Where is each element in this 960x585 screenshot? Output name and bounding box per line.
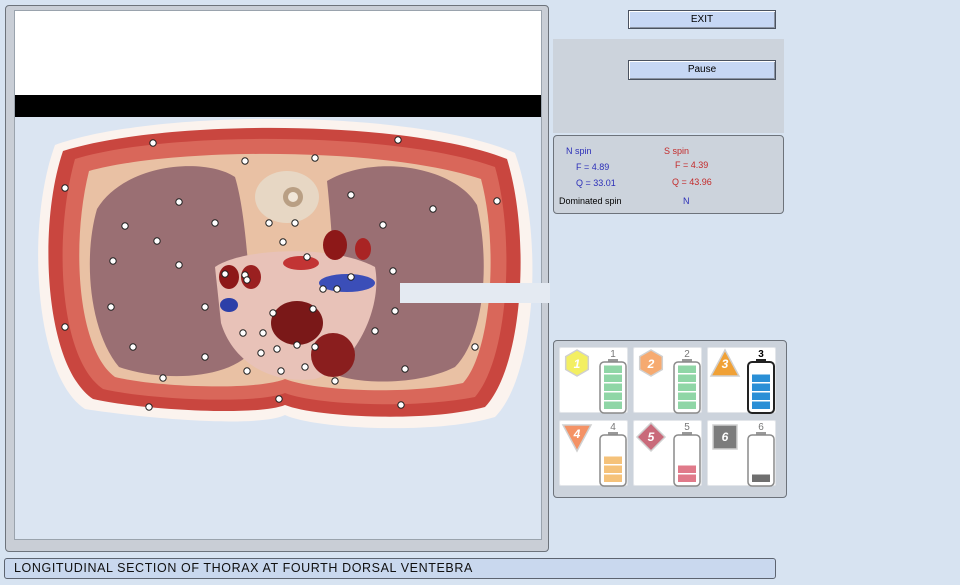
level-cell-4[interactable]: 44 — [559, 420, 628, 487]
level-badge-number: 4 — [573, 427, 581, 441]
s-spin-title: S spin — [664, 146, 690, 156]
level-cell-3[interactable]: 33 — [707, 347, 776, 414]
battery-segment — [604, 383, 622, 391]
level-badge-number: 5 — [648, 430, 655, 444]
battery-segment — [678, 383, 696, 391]
level-3-graphic: 33 — [709, 348, 775, 414]
battery-segment — [604, 392, 622, 400]
battery-number-label: 1 — [610, 349, 616, 360]
probe-overlay-bar — [400, 283, 550, 303]
level-badge-number: 2 — [647, 357, 655, 371]
battery-segment — [604, 456, 622, 464]
battery-segment — [752, 392, 770, 400]
level-badge-number: 6 — [722, 430, 729, 444]
n-spin-q-value: Q = 33.01 — [576, 178, 616, 188]
level-5-graphic: 55 — [635, 421, 701, 487]
pause-button[interactable]: Pause — [628, 60, 776, 80]
image-header-white — [15, 11, 541, 95]
level-cell-1[interactable]: 11 — [559, 347, 628, 414]
battery-segment — [752, 383, 770, 391]
battery-number-label: 3 — [758, 349, 764, 360]
battery-number-label: 5 — [684, 422, 690, 433]
level-panel: 112233445566 — [553, 340, 787, 498]
battery-segment — [752, 374, 770, 382]
n-spin-f-value: F = 4.89 — [576, 162, 610, 172]
battery-number-label: 4 — [610, 422, 616, 433]
battery-segment — [752, 474, 770, 482]
control-area — [553, 39, 784, 133]
level-6-graphic: 66 — [712, 422, 775, 487]
image-viewer-frame — [5, 5, 549, 552]
battery-segment — [678, 474, 696, 482]
battery-segment — [678, 374, 696, 382]
s-spin-f-value: F = 4.39 — [675, 160, 709, 170]
level-cell-5[interactable]: 55 — [633, 420, 702, 487]
level-1-graphic: 11 — [564, 349, 627, 414]
dominated-spin-label: Dominated spin — [559, 196, 622, 206]
thorax-cross-section-image[interactable] — [15, 117, 542, 540]
dominated-spin-value: N — [683, 196, 690, 206]
battery-segment — [604, 374, 622, 382]
battery-segment — [678, 401, 696, 409]
battery-segment — [678, 365, 696, 373]
battery-segment — [678, 465, 696, 473]
image-viewport — [14, 10, 542, 540]
level-2-graphic: 22 — [638, 349, 701, 414]
battery-number-label: 6 — [758, 422, 764, 433]
battery-segment — [752, 401, 770, 409]
n-spin-title: N spin — [566, 146, 592, 156]
battery-segment — [604, 474, 622, 482]
level-cell-6[interactable]: 66 — [707, 420, 776, 487]
level-badge-number: 1 — [574, 357, 581, 371]
spin-readout-panel: N spin F = 4.89 Q = 33.01 S spin F = 4.3… — [553, 135, 784, 214]
image-header-black — [15, 95, 541, 117]
battery-segment — [604, 401, 622, 409]
battery-segment — [604, 465, 622, 473]
battery-segment — [678, 392, 696, 400]
level-cell-2[interactable]: 22 — [633, 347, 702, 414]
exit-button[interactable]: EXIT — [628, 10, 776, 29]
level-badge-number: 3 — [722, 357, 729, 371]
battery-number-label: 2 — [684, 349, 690, 360]
caption-bar: LONGITUDINAL SECTION OF THORAX AT FOURTH… — [4, 558, 776, 579]
s-spin-q-value: Q = 43.96 — [672, 177, 712, 187]
battery-segment — [604, 365, 622, 373]
level-4-graphic: 44 — [561, 422, 627, 487]
